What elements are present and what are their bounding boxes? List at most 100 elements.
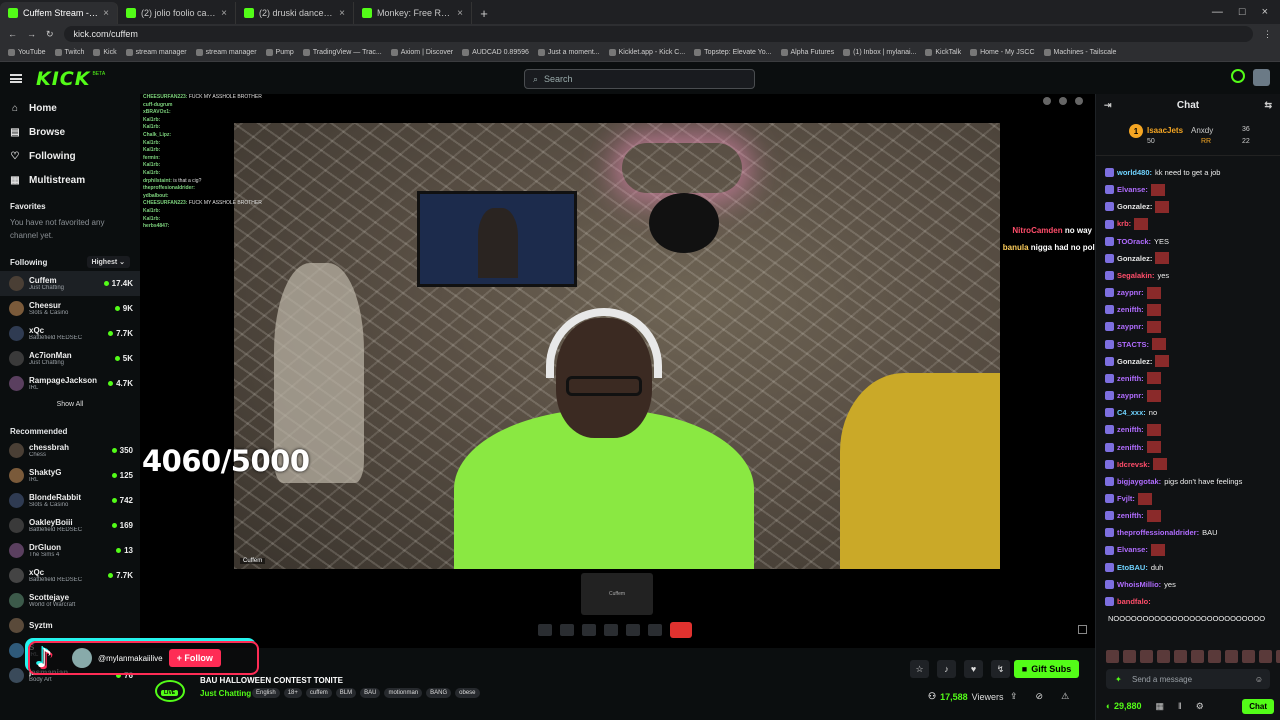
chat-username[interactable]: zenifth: [1117,370,1144,387]
chat-username[interactable]: WhoisMillio: [1117,576,1161,593]
bookmark-item[interactable]: Axiom | Discover [390,49,453,56]
url-field[interactable]: kick.com/cuffem [63,26,1253,42]
chat-username[interactable]: zenifth: [1117,301,1144,318]
window-close-icon[interactable]: × [1262,6,1268,18]
channel-item[interactable]: RampageJackson IRL 4.7K [0,371,140,396]
new-tab-button[interactable]: + [472,2,496,24]
channel-item[interactable]: xQc Battlefield REDSEC 7.7K [0,563,140,588]
stream-tag[interactable]: BAU [360,688,381,698]
effects-icon[interactable] [626,624,640,636]
emote-icon[interactable] [1225,650,1238,663]
channel-item[interactable]: BlondeRabbit Slots & Casino 742 [0,488,140,513]
minimize-icon[interactable]: — [1212,6,1223,18]
chat-username[interactable]: C4_xxx: [1117,404,1146,421]
sidebar-item-following[interactable]: ♡ Following [0,144,140,168]
channel-item[interactable]: Syztm [0,613,140,638]
emote-icon[interactable] [1123,650,1136,663]
channel-item[interactable]: Ac7ionMan Just Chatting 5K [0,346,140,371]
emote-icon[interactable] [1140,650,1153,663]
chat-username[interactable]: Gonzalez: [1117,198,1152,215]
channel-item[interactable]: xQc Battlefield REDSEC 7.7K [0,321,140,346]
bookmark-item[interactable]: KickTalk [925,49,961,56]
sparkle-icon[interactable]: ✦ [1115,675,1122,684]
chat-username[interactable]: bigjaygotak: [1117,473,1161,490]
boost-icon[interactable]: ↯ [991,660,1010,678]
channel-item[interactable]: chessbrah Chess 350 [0,438,140,463]
bookmark-item[interactable]: Pump [265,49,294,56]
pip-preview[interactable]: Cuffem [581,573,653,615]
maximize-icon[interactable]: □ [1239,6,1246,18]
bookmark-item[interactable]: Machines - Tailscale [1043,49,1116,56]
chat-send-button[interactable]: Chat [1242,698,1274,714]
kick-logo[interactable]: KICK [36,68,90,90]
chat-username[interactable]: bandfalo: [1117,593,1151,610]
chat-username[interactable]: STACTS: [1117,336,1149,353]
channel-points[interactable]: ◐ 29,880 [1106,701,1141,711]
bookmark-item[interactable]: Twitch [54,49,84,56]
chat-username[interactable]: zenifth: [1117,421,1144,438]
stream-tag[interactable]: motionman [384,688,423,698]
bookmark-item[interactable]: YouTube [8,49,46,56]
emote-icon[interactable] [1157,650,1170,663]
emote-icon[interactable] [1174,650,1187,663]
bookmark-item[interactable]: stream manager [125,49,187,56]
chat-username[interactable]: zenifth: [1117,507,1144,524]
close-icon[interactable]: × [221,8,227,19]
chat-username[interactable]: krb: [1117,215,1131,232]
chat-username[interactable]: Idcrevsk: [1117,456,1150,473]
more-icon[interactable] [648,624,662,636]
extensions-icon[interactable]: ⋮ [1263,29,1272,40]
show-all-button[interactable]: Show All [0,401,140,408]
emote-icon[interactable] [1276,650,1280,663]
channel-item[interactable]: OakleyBoiii Battlefield REDSEC 169 [0,513,140,538]
bookmark-item[interactable]: Alpha Futures [780,49,834,56]
collapse-chat-icon[interactable]: ⇥ [1104,100,1112,111]
kick-status-icon[interactable] [1231,69,1245,83]
stream-tag[interactable]: cuffem [305,688,332,698]
heart-icon[interactable]: ♥ [964,660,983,678]
back-icon[interactable]: ← [8,29,17,39]
star-icon[interactable]: ☆ [910,660,929,678]
bell-icon[interactable]: ♪ [937,660,956,678]
stream-category[interactable]: Just Chatting [200,689,251,698]
chat-username[interactable]: world480: [1117,164,1152,181]
chat-username[interactable]: zaypnr: [1117,284,1144,301]
emoji-icon[interactable]: ☺ [1255,675,1263,684]
bookmark-item[interactable]: AUDCAD 0.89596 [462,49,529,56]
chat-input[interactable]: ✦ Send a message ☺ [1106,669,1270,689]
menu-icon[interactable] [10,74,22,83]
share-icon[interactable]: ⇪ [1010,691,1018,702]
sort-dropdown[interactable]: Highest ⌄ [86,256,130,268]
stream-tag[interactable]: BLM [335,688,357,698]
pause-chat-icon[interactable]: ‖ [1178,701,1182,711]
browser-tab[interactable]: (2) jolio foolio case day 6 - Search × [118,2,236,24]
chat-username[interactable]: TOOrack: [1117,233,1151,250]
channel-item[interactable]: DrGluon The Sims 4 13 [0,538,140,563]
avatar[interactable] [1253,69,1270,86]
camera-icon[interactable] [560,624,574,636]
stream-tag[interactable]: 18+ [283,688,302,698]
channel-item[interactable]: Scottejaye World of Warcraft [0,588,140,613]
chat-username[interactable]: zenifth: [1117,439,1144,456]
emote-icon[interactable] [1191,650,1204,663]
sidebar-item-browse[interactable]: ▤ Browse [0,120,140,144]
bookmark-item[interactable]: (1) Inbox | mylanai... [843,49,916,56]
channel-item[interactable]: Cuffem Just Chatting 17.4K [0,271,140,296]
emote-icon[interactable] [1242,650,1255,663]
browser-tab[interactable]: (2) druski dance - Search / X × [236,2,354,24]
chat-username[interactable]: Gonzalez: [1117,250,1152,267]
stream-tag[interactable]: English [252,688,280,698]
reload-icon[interactable]: ↻ [46,29,54,40]
bookmark-item[interactable]: Kicklet.app - Kick C... [608,49,685,56]
bookmark-item[interactable]: Just a moment... [537,49,600,56]
calendar-icon[interactable]: ▦ [1155,701,1164,712]
bookmark-item[interactable]: Kick [93,49,117,56]
fullscreen-icon[interactable] [1078,625,1087,634]
bookmark-item[interactable]: TradingView — Trac... [302,49,382,56]
gift-subs-button[interactable]: ■ Gift Subs [1014,660,1079,678]
chat-username[interactable]: Gonzalez: [1117,353,1152,370]
emote-icon[interactable] [1208,650,1221,663]
hide-icon[interactable]: ⊘ [1036,691,1044,702]
chat-username[interactable]: Elvanse: [1117,181,1148,198]
chat-username[interactable]: Fvjlt: [1117,490,1135,507]
